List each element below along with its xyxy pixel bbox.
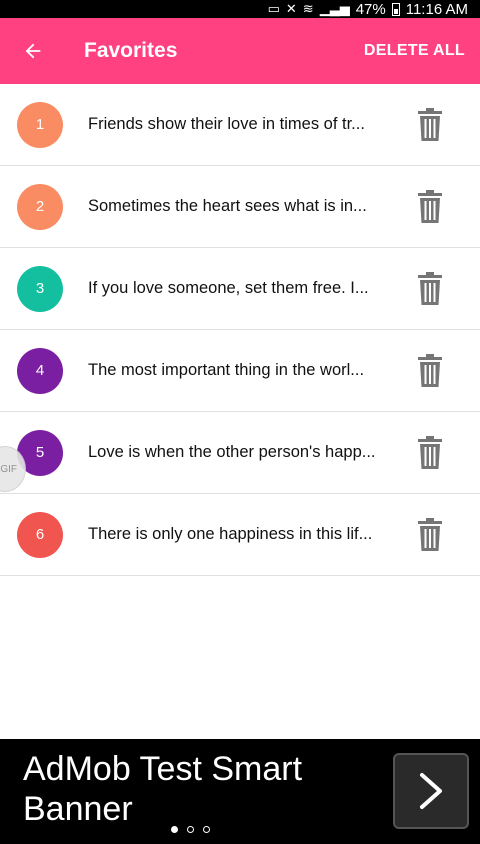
battery-icon bbox=[391, 2, 400, 16]
list-item[interactable]: 1 Friends show their love in times of tr… bbox=[0, 84, 480, 166]
chevron-right-icon bbox=[420, 773, 442, 809]
delete-button[interactable] bbox=[410, 182, 450, 232]
gif-label: GIF bbox=[0, 463, 17, 475]
quote-text: Sometimes the heart sees what is in... bbox=[88, 197, 367, 215]
number-avatar: 4 bbox=[17, 347, 63, 394]
wifi-icon: ≋ bbox=[302, 1, 314, 16]
page-title: Favorites bbox=[84, 39, 178, 62]
list-item[interactable]: 2 Sometimes the heart sees what is in... bbox=[0, 166, 480, 248]
list-item[interactable]: 6 There is only one happiness in this li… bbox=[0, 494, 480, 576]
ad-banner-text: AdMob Test Smart Banner bbox=[23, 750, 303, 828]
status-time: 11:16 AM bbox=[405, 0, 468, 18]
trash-icon bbox=[418, 517, 442, 551]
cast-icon: ▭ bbox=[267, 1, 280, 16]
trash-icon bbox=[418, 271, 442, 305]
delete-all-button[interactable]: DELETE ALL bbox=[349, 18, 480, 84]
number-avatar: 1 bbox=[17, 101, 63, 148]
arrow-left-icon bbox=[25, 43, 41, 59]
number-avatar: 6 bbox=[17, 511, 63, 558]
quote-text: There is only one happiness in this lif.… bbox=[88, 525, 373, 543]
app-bar: Favorites DELETE ALL bbox=[0, 18, 480, 84]
ad-page-dots bbox=[171, 826, 210, 833]
trash-icon bbox=[418, 353, 442, 387]
quote-text: Love is when the other person's happ... bbox=[88, 443, 376, 461]
battery-percent: 47% bbox=[355, 0, 386, 18]
delete-button[interactable] bbox=[410, 264, 450, 314]
back-button[interactable] bbox=[0, 18, 66, 84]
trash-icon bbox=[418, 107, 442, 141]
quote-text: The most important thing in the worl... bbox=[88, 361, 365, 379]
page-dot bbox=[171, 826, 178, 833]
delete-button[interactable] bbox=[410, 346, 450, 396]
ad-banner[interactable]: AdMob Test Smart Banner bbox=[0, 739, 480, 844]
list-item[interactable]: 4 The most important thing in the worl..… bbox=[0, 330, 480, 412]
trash-icon bbox=[418, 435, 442, 469]
status-bar: ▭ ✕ ≋ ▁▃▅ 47% 11:16 AM bbox=[0, 0, 480, 18]
list-item[interactable]: 5 Love is when the other person's happ..… bbox=[0, 412, 480, 494]
mute-icon: ✕ bbox=[285, 1, 297, 16]
signal-icon: ▁▃▅ bbox=[319, 1, 350, 16]
page-dot bbox=[187, 826, 194, 833]
list-item[interactable]: 3 If you love someone, set them free. I.… bbox=[0, 248, 480, 330]
delete-button[interactable] bbox=[410, 100, 450, 150]
number-avatar: 2 bbox=[17, 183, 63, 230]
trash-icon bbox=[418, 189, 442, 223]
delete-button[interactable] bbox=[410, 510, 450, 560]
number-avatar: 3 bbox=[17, 265, 63, 312]
ad-open-button[interactable] bbox=[393, 753, 469, 829]
quote-text: If you love someone, set them free. I... bbox=[88, 279, 369, 297]
delete-button[interactable] bbox=[410, 428, 450, 478]
favorites-list: 1 Friends show their love in times of tr… bbox=[0, 84, 480, 576]
page-dot bbox=[203, 826, 210, 833]
screen: ▭ ✕ ≋ ▁▃▅ 47% 11:16 AM Favorites DELETE … bbox=[0, 0, 480, 844]
quote-text: Friends show their love in times of tr..… bbox=[88, 115, 365, 133]
